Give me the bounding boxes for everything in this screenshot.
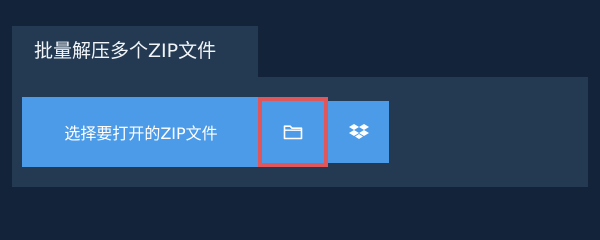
tab-batch-unzip[interactable]: 批量解压多个ZIP文件 (12, 26, 258, 78)
open-folder-button[interactable] (258, 97, 328, 167)
choose-zip-label: 选择要打开的ZIP文件 (64, 124, 218, 143)
dropbox-icon (348, 123, 369, 141)
dropbox-button[interactable] (328, 101, 389, 163)
folder-icon (283, 124, 303, 140)
choose-zip-button[interactable]: 选择要打开的ZIP文件 (22, 97, 260, 167)
tab-title: 批量解压多个ZIP文件 (34, 40, 217, 62)
